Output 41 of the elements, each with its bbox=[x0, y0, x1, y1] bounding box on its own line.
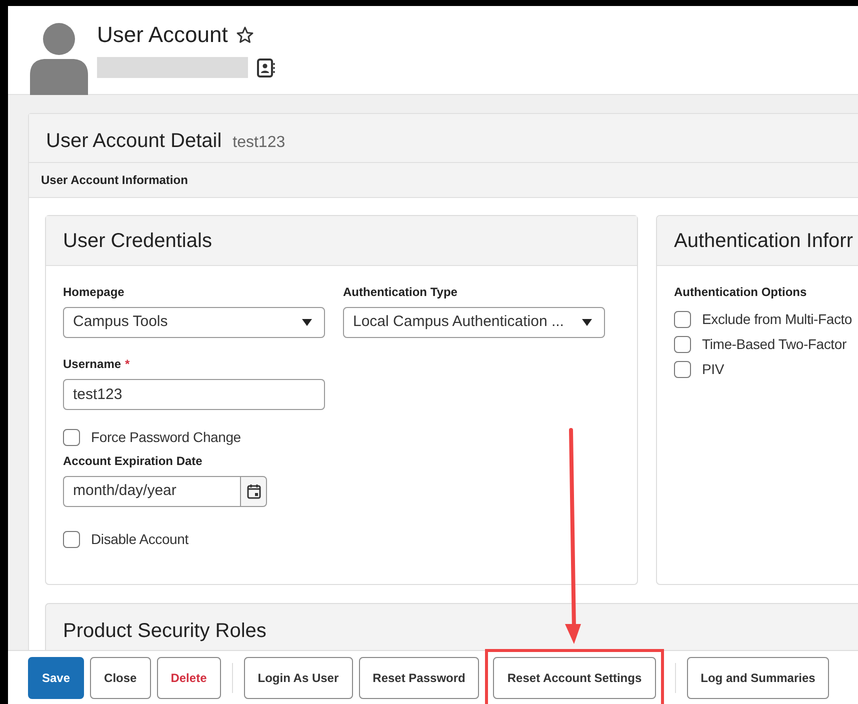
checkbox-label: Force Password Change bbox=[91, 428, 241, 447]
checkbox-label: Disable Account bbox=[91, 530, 188, 549]
toolbar-button[interactable]: Reset Password bbox=[358, 656, 480, 698]
username-subtitle: test123 bbox=[232, 133, 286, 153]
checkbox[interactable] bbox=[63, 531, 80, 548]
date-field[interactable]: month/day/year bbox=[63, 476, 240, 507]
card-title: User Account Detail bbox=[46, 129, 222, 154]
star-icon[interactable] bbox=[236, 26, 254, 44]
contact-card-icon[interactable] bbox=[256, 58, 276, 78]
card-title: Authentication Inforr bbox=[674, 228, 853, 254]
field-label: Homepage bbox=[63, 284, 126, 301]
checkbox[interactable] bbox=[674, 361, 691, 378]
toolbar-button[interactable]: Reset Account Settings bbox=[493, 656, 656, 698]
field-label: Username bbox=[63, 356, 122, 373]
username-field[interactable]: test123 bbox=[63, 379, 325, 410]
checkbox[interactable] bbox=[674, 311, 691, 328]
toolbar-button[interactable]: Log and Summaries bbox=[686, 656, 830, 698]
caret-icon bbox=[582, 319, 592, 326]
dropdown[interactable]: Local Campus Authentication ... bbox=[343, 307, 605, 338]
toolbar-button[interactable]: Delete bbox=[156, 656, 221, 698]
card-title: Product Security Roles bbox=[63, 620, 266, 642]
checkbox-label: Exclude from Multi-Facto bbox=[702, 310, 852, 329]
section-heading: User Account Information bbox=[41, 172, 188, 189]
card-title: User Credentials bbox=[63, 228, 212, 254]
calendar-icon bbox=[246, 484, 260, 499]
checkbox-label: Time-Based Two-Factor bbox=[702, 335, 846, 354]
calendar-button[interactable] bbox=[240, 476, 267, 507]
avatar-icon bbox=[30, 22, 88, 95]
field-label: Account Expiration Date bbox=[63, 453, 204, 470]
caret-icon bbox=[302, 319, 312, 326]
checkbox[interactable] bbox=[63, 429, 80, 446]
dropdown[interactable]: Campus Tools bbox=[63, 307, 325, 338]
checkbox-label: PIV bbox=[702, 360, 724, 379]
toolbar-button[interactable]: Save bbox=[28, 656, 84, 698]
toolbar-button[interactable]: Login As User bbox=[244, 656, 353, 698]
checkbox[interactable] bbox=[674, 336, 691, 353]
field-label: Authentication Options bbox=[674, 284, 808, 301]
required-mark: * bbox=[125, 356, 130, 373]
page-title: User Account bbox=[97, 21, 228, 49]
toolbar-button[interactable]: Close bbox=[90, 656, 151, 698]
field-label: Authentication Type bbox=[343, 284, 458, 301]
